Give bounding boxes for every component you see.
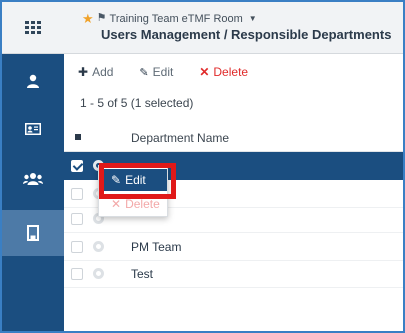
row-checkbox[interactable] — [71, 268, 83, 280]
building-icon — [27, 225, 39, 241]
apps-grid-icon — [25, 21, 41, 34]
users-group-icon — [23, 173, 43, 185]
flag-icon: ⚑ — [96, 12, 107, 24]
star-icon[interactable]: ★ — [82, 12, 94, 25]
row-checkbox[interactable] — [71, 188, 83, 200]
page-title: Users Management / Responsible Departmen… — [101, 27, 392, 42]
add-label: Add — [92, 65, 114, 79]
room-selector[interactable]: ★ ⚑ Training Team eTMF Room ▼ — [82, 12, 257, 25]
row-checkbox[interactable] — [71, 241, 83, 253]
sidebar-item-user[interactable] — [2, 58, 64, 104]
room-name: Training Team eTMF Room — [109, 12, 243, 25]
row-checkbox[interactable] — [71, 160, 83, 172]
toolbar: ✚ Add ✎ Edit ✕ Delete — [64, 58, 403, 86]
department-name: PM Team — [131, 240, 182, 254]
edit-button[interactable]: ✎ Edit — [139, 65, 173, 79]
user-icon — [27, 74, 39, 88]
department-name: Test — [131, 267, 154, 281]
id-card-icon — [25, 123, 41, 135]
x-icon: ✕ — [111, 197, 122, 211]
x-icon: ✕ — [199, 65, 210, 79]
caret-down-icon[interactable]: ▼ — [249, 14, 257, 23]
sidebar-item-users[interactable] — [2, 156, 64, 202]
pencil-icon: ✎ — [139, 66, 149, 79]
record-count: 1 - 5 of 5 (1 selected) — [80, 96, 194, 110]
plus-circle-icon: ✚ — [78, 65, 89, 79]
row-checkbox[interactable] — [71, 213, 83, 225]
table-row[interactable]: Test — [64, 260, 403, 288]
edit-label: Edit — [152, 65, 174, 79]
sidebar-item-departments[interactable] — [2, 210, 64, 256]
sidebar — [2, 2, 64, 331]
header: ★ ⚑ Training Team eTMF Room ▼ Users Mana… — [64, 2, 403, 54]
gear-icon[interactable] — [93, 268, 104, 279]
context-delete-label: Delete — [125, 197, 160, 211]
gear-icon[interactable] — [93, 241, 104, 252]
add-button[interactable]: ✚ Add — [78, 65, 113, 79]
apps-menu-button[interactable] — [2, 2, 64, 54]
delete-button[interactable]: ✕ Delete — [199, 65, 248, 79]
delete-label: Delete — [213, 65, 249, 79]
grid-header: Department Name — [64, 124, 403, 152]
table-row[interactable]: PM Team — [64, 233, 403, 261]
app-window: ★ ⚑ Training Team eTMF Room ▼ Users Mana… — [0, 0, 405, 333]
select-all-checkbox[interactable] — [75, 134, 81, 140]
column-header-department-name[interactable]: Department Name — [131, 131, 229, 145]
highlight-annotation — [99, 163, 176, 199]
sidebar-item-id-card[interactable] — [2, 106, 64, 152]
